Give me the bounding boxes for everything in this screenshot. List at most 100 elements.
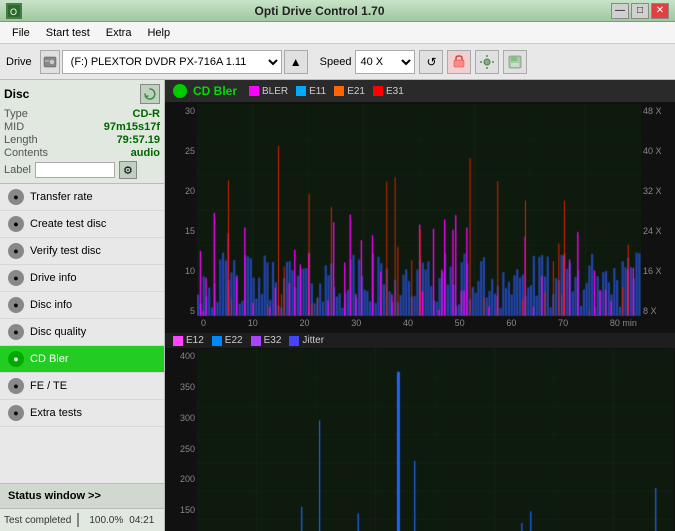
refresh-button[interactable]: ↺ [419, 50, 443, 74]
bottom-chart-container: 40035030025020015010050 0 10 20 30 40 50… [167, 349, 673, 531]
eject-button[interactable]: ▲ [284, 50, 308, 74]
disc-panel: Disc Type CD-R MID 97m15s17f Length 79:5… [0, 80, 164, 184]
sidebar-item-extra-tests[interactable]: ● Extra tests [0, 400, 164, 427]
content-area: CD Bler BLER E11 E21 E31 30252015105 [165, 80, 675, 531]
progress-bar-area: Test completed 100.0% 04:21 [0, 509, 164, 531]
status-window-label: Status window >> [8, 490, 101, 502]
sidebar-item-disc-quality[interactable]: ● Disc quality [0, 319, 164, 346]
chart-header: CD Bler BLER E11 E21 E31 [165, 80, 675, 102]
disc-contents-value: audio [131, 147, 160, 159]
sidebar-item-drive-info-label: Drive info [30, 272, 76, 284]
top-y-axis: 30252015105 [167, 104, 197, 332]
window-title: Opti Drive Control 1.70 [28, 4, 611, 18]
bottom-legend: E12 E22 E32 Jitter [165, 333, 675, 348]
disc-length-label: Length [4, 134, 38, 146]
sidebar-item-transfer-rate-label: Transfer rate [30, 191, 93, 203]
legend-bler-label: BLER [262, 86, 288, 97]
bottom-chart: 0 10 20 30 40 50 60 70 80 min [197, 349, 673, 531]
disc-quality-icon: ● [8, 324, 24, 340]
progress-time: 04:21 [129, 515, 161, 526]
disc-mid-value: 97m15s17f [104, 121, 160, 133]
drive-select[interactable]: (F:) PLEXTOR DVDR PX-716A 1.11 [62, 50, 282, 74]
disc-type-label: Type [4, 108, 28, 120]
window-controls[interactable]: — □ ✕ [611, 3, 669, 19]
disc-title: Disc [4, 87, 29, 101]
legend-e31-label: E31 [386, 86, 404, 97]
disc-label-settings-button[interactable]: ⚙ [119, 161, 137, 179]
sidebar-item-transfer-rate[interactable]: ● Transfer rate [0, 184, 164, 211]
sidebar: Disc Type CD-R MID 97m15s17f Length 79:5… [0, 80, 165, 531]
sidebar-item-extra-tests-label: Extra tests [30, 407, 82, 419]
sidebar-item-disc-quality-label: Disc quality [30, 326, 86, 338]
top-chart-container: 30252015105 0 10 20 30 40 50 60 70 80 mi… [167, 104, 673, 332]
legend-e21: E21 [334, 86, 365, 97]
sidebar-item-fe-te-label: FE / TE [30, 380, 67, 392]
menu-start-test[interactable]: Start test [38, 25, 98, 41]
top-x-labels: 0 10 20 30 40 50 60 70 80 min [197, 318, 641, 332]
legend-bler: BLER [249, 86, 288, 97]
cd-bler-icon: ● [8, 351, 24, 367]
disc-type-value: CD-R [133, 108, 161, 120]
menu-bar: File Start test Extra Help [0, 22, 675, 44]
svg-text:O: O [10, 7, 17, 17]
top-y-axis-right: 48 X40 X32 X24 X16 X8 X [641, 104, 673, 332]
legend-e21-label: E21 [347, 86, 365, 97]
legend-e31: E31 [373, 86, 404, 97]
close-button[interactable]: ✕ [651, 3, 669, 19]
sidebar-item-fe-te[interactable]: ● FE / TE [0, 373, 164, 400]
legend-e22: E22 [212, 335, 243, 346]
speed-select[interactable]: 40 X [355, 50, 415, 74]
maximize-button[interactable]: □ [631, 3, 649, 19]
sidebar-item-disc-info[interactable]: ● Disc info [0, 292, 164, 319]
disc-refresh-button[interactable] [140, 84, 160, 104]
sidebar-item-create-test-disc[interactable]: ● Create test disc [0, 211, 164, 238]
toolbar: Drive (F:) PLEXTOR DVDR PX-716A 1.11 ▲ S… [0, 44, 675, 80]
sidebar-nav: ● Transfer rate ● Create test disc ● Ver… [0, 184, 164, 483]
fe-te-icon: ● [8, 378, 24, 394]
transfer-rate-icon: ● [8, 189, 24, 205]
drive-label: Drive [6, 56, 32, 68]
disc-mid-label: MID [4, 121, 24, 133]
status-text: Test completed [4, 515, 71, 526]
disc-contents-label: Contents [4, 147, 48, 159]
erase-button[interactable] [447, 50, 471, 74]
drive-info-icon: ● [8, 270, 24, 286]
speed-label: Speed [320, 56, 352, 68]
top-chart: 0 10 20 30 40 50 60 70 80 min [197, 104, 641, 332]
config-button[interactable] [475, 50, 499, 74]
sidebar-item-verify-test-disc[interactable]: ● Verify test disc [0, 238, 164, 265]
legend-e11-label: E11 [309, 86, 326, 97]
disc-length-value: 79:57.19 [117, 134, 160, 146]
legend-e12: E12 [173, 335, 204, 346]
sidebar-item-disc-info-label: Disc info [30, 299, 72, 311]
chart-icon [173, 84, 187, 98]
sidebar-item-drive-info[interactable]: ● Drive info [0, 265, 164, 292]
legend-jitter: Jitter [289, 335, 324, 346]
disc-label-text: Label [4, 164, 31, 176]
title-bar: O Opti Drive Control 1.70 — □ ✕ [0, 0, 675, 22]
disc-info-icon: ● [8, 297, 24, 313]
progress-percent: 100.0% [85, 515, 123, 526]
sidebar-item-cd-bler-label: CD Bler [30, 353, 69, 365]
sidebar-item-verify-test-disc-label: Verify test disc [30, 245, 101, 257]
create-test-disc-icon: ● [8, 216, 24, 232]
sidebar-item-create-test-disc-label: Create test disc [30, 218, 106, 230]
minimize-button[interactable]: — [611, 3, 629, 19]
legend-e11: E11 [296, 86, 326, 97]
disc-label-input[interactable] [35, 162, 115, 178]
main-area: Disc Type CD-R MID 97m15s17f Length 79:5… [0, 80, 675, 531]
menu-help[interactable]: Help [139, 25, 178, 41]
menu-file[interactable]: File [4, 25, 38, 41]
extra-tests-icon: ● [8, 405, 24, 421]
save-button[interactable] [503, 50, 527, 74]
sidebar-item-cd-bler[interactable]: ● CD Bler [0, 346, 164, 373]
app-icon: O [6, 3, 22, 19]
verify-test-disc-icon: ● [8, 243, 24, 259]
progress-track [77, 513, 79, 527]
drive-icon [40, 50, 60, 74]
legend-e32: E32 [251, 335, 282, 346]
chart-title: CD Bler [193, 84, 237, 98]
menu-extra[interactable]: Extra [98, 25, 140, 41]
bottom-y-axis: 40035030025020015010050 [167, 349, 197, 531]
status-window-button[interactable]: Status window >> [0, 483, 164, 509]
